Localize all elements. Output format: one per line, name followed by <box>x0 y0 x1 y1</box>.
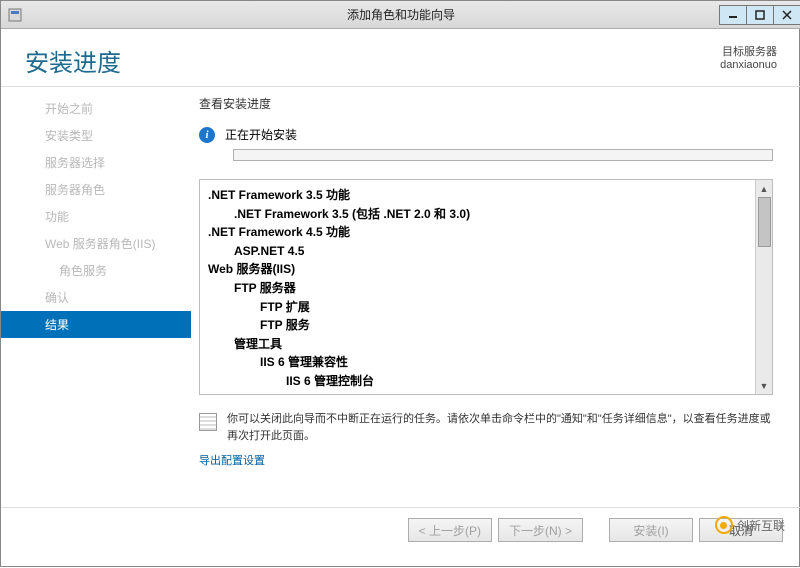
feature-item: IIS 6 管理兼容性 <box>208 353 747 372</box>
titlebar: 添加角色和功能向导 <box>1 1 800 29</box>
nav-item-features: 功能 <box>1 203 191 230</box>
note-icon <box>199 413 217 431</box>
next-button: 下一步(N) > <box>498 518 583 542</box>
status-text: 正在开始安装 <box>225 126 297 143</box>
wizard-header: 安装进度 目标服务器 danxiaonuo <box>1 29 800 87</box>
note-text: 你可以关闭此向导而不中断正在运行的任务。请依次单击命令栏中的"通知"和"任务详细… <box>227 411 773 444</box>
content-pane: 查看安装进度 i 正在开始安装 .NET Framework 3.5 功能.NE… <box>191 87 800 507</box>
feature-item: FTP 扩展 <box>208 298 747 317</box>
feature-item: FTP 服务器 <box>208 279 747 298</box>
feature-item: .NET Framework 3.5 功能 <box>208 186 747 205</box>
target-server-box: 目标服务器 danxiaonuo <box>720 43 777 71</box>
feature-item: .NET Framework 3.5 (包括 .NET 2.0 和 3.0) <box>208 205 747 224</box>
window-title: 添加角色和功能向导 <box>1 6 800 23</box>
export-config-link[interactable]: 导出配置设置 <box>199 452 773 468</box>
scroll-thumb[interactable] <box>758 197 771 247</box>
nav-item-before-begin: 开始之前 <box>1 95 191 122</box>
target-server-name: danxiaonuo <box>720 59 777 71</box>
target-server-label: 目标服务器 <box>720 43 777 59</box>
prev-button: < 上一步(P) <box>408 518 492 542</box>
nav-item-server-select: 服务器选择 <box>1 149 191 176</box>
feature-item: 管理工具 <box>208 335 747 354</box>
feature-item: IIS 6 管理控制台 <box>208 372 747 391</box>
page-title: 安装进度 <box>25 43 720 78</box>
cancel-button[interactable]: 取消 <box>699 518 783 542</box>
note-row: 你可以关闭此向导而不中断正在运行的任务。请依次单击命令栏中的"通知"和"任务详细… <box>199 411 773 444</box>
nav-item-iis-role: Web 服务器角色(IIS) <box>1 230 191 257</box>
content-heading: 查看安装进度 <box>199 95 773 112</box>
wizard-footer: < 上一步(P) 下一步(N) > 安装(I) 取消 <box>1 507 800 552</box>
wizard-nav: 开始之前 安装类型 服务器选择 服务器角色 功能 Web 服务器角色(IIS) … <box>1 87 191 507</box>
feature-item: FTP 服务 <box>208 316 747 335</box>
feature-item: ASP.NET 4.5 <box>208 242 747 261</box>
install-button: 安装(I) <box>609 518 693 542</box>
scrollbar[interactable]: ▲ ▼ <box>755 180 772 394</box>
info-icon: i <box>199 127 215 143</box>
install-feature-list: .NET Framework 3.5 功能.NET Framework 3.5 … <box>199 179 773 395</box>
status-row: i 正在开始安装 <box>199 126 773 143</box>
feature-scroll-area: .NET Framework 3.5 功能.NET Framework 3.5 … <box>200 180 755 394</box>
nav-item-confirm: 确认 <box>1 284 191 311</box>
feature-item: Web 服务器(IIS) <box>208 260 747 279</box>
progress-bar <box>233 149 773 161</box>
nav-item-results[interactable]: 结果 <box>1 311 191 338</box>
nav-item-server-roles: 服务器角色 <box>1 176 191 203</box>
nav-item-install-type: 安装类型 <box>1 122 191 149</box>
nav-item-role-services: 角色服务 <box>1 257 191 284</box>
feature-item: .NET Framework 4.5 功能 <box>208 223 747 242</box>
scroll-up-arrow[interactable]: ▲ <box>756 180 772 197</box>
scroll-down-arrow[interactable]: ▼ <box>756 377 772 394</box>
